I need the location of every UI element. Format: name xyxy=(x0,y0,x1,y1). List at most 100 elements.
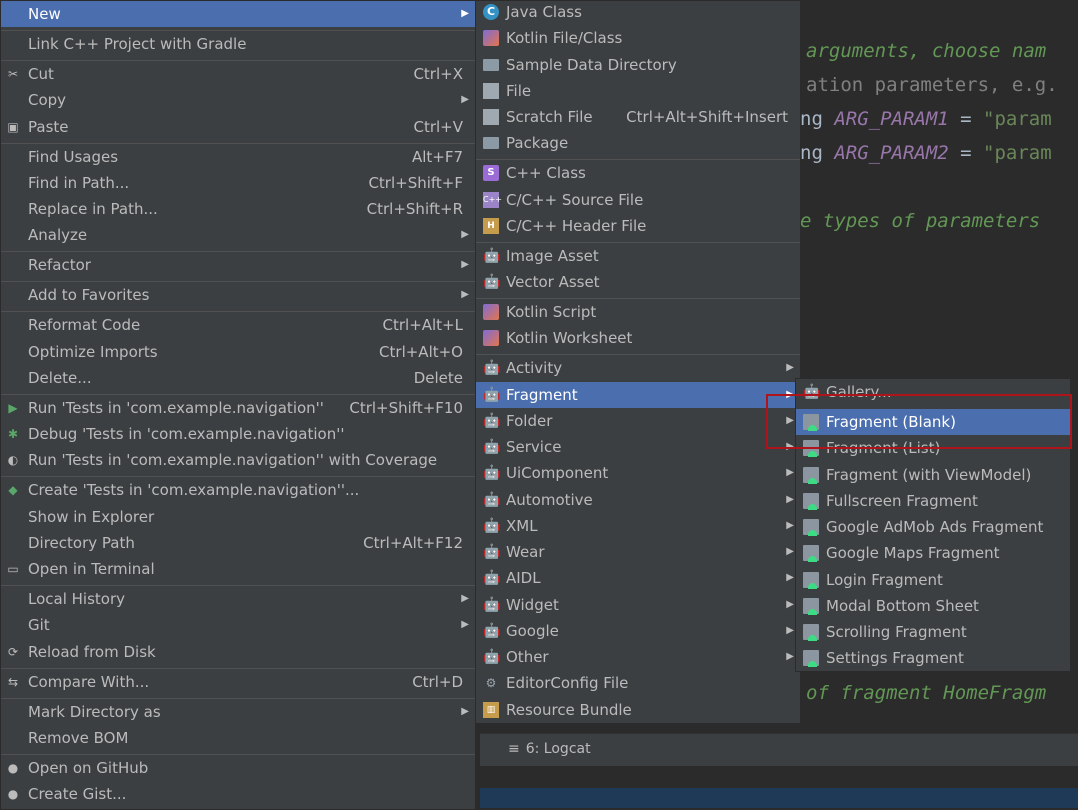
menu-separator xyxy=(476,354,800,355)
menu-separator xyxy=(1,476,475,477)
run-icon: ▶ xyxy=(8,401,18,415)
new-item-widget[interactable]: 🤖 Widget ▶ xyxy=(476,592,800,618)
logcat-icon: ≡ xyxy=(508,741,520,757)
menu-item-label: Activity xyxy=(506,359,563,377)
new-item-automotive[interactable]: 🤖 Automotive ▶ xyxy=(476,487,800,513)
new-submenu: C Java Class Kotlin File/Class Sample Data … xyxy=(475,0,801,724)
new-item-sample-data-directory[interactable]: Sample Data Directory xyxy=(476,52,800,78)
context-item-delete[interactable]: Delete... Delete xyxy=(1,365,475,391)
context-item-debug-tests-in-com-example-navigation[interactable]: ✱ Debug 'Tests in 'com.example.navigation… xyxy=(1,421,475,447)
new-item-wear[interactable]: 🤖 Wear ▶ xyxy=(476,539,800,565)
context-item-reload-from-disk[interactable]: ⟳ Reload from Disk xyxy=(1,639,475,665)
menu-item-label: Add to Favorites xyxy=(28,286,150,304)
new-item-c-class[interactable]: S C++ Class xyxy=(476,160,800,186)
new-item-image-asset[interactable]: 🤖 Image Asset xyxy=(476,243,800,269)
menu-item-label: Google xyxy=(506,622,559,640)
context-item-analyze[interactable]: Analyze ▶ xyxy=(1,222,475,248)
highlight-box xyxy=(766,394,1072,449)
new-item-fragment[interactable]: 🤖 Fragment ▶ xyxy=(476,382,800,408)
menu-item-label: Settings Fragment xyxy=(826,649,964,667)
new-item-kotlin-script[interactable]: Kotlin Script xyxy=(476,299,800,325)
new-item-java-class[interactable]: C Java Class xyxy=(476,0,800,25)
context-item-mark-directory-as[interactable]: Mark Directory as ▶ xyxy=(1,699,475,725)
new-item-file[interactable]: File xyxy=(476,78,800,104)
menu-item-label: Run 'Tests in 'com.example.navigation'' xyxy=(28,399,324,417)
new-item-resource-bundle[interactable]: ▥ Resource Bundle xyxy=(476,697,800,723)
new-item-service[interactable]: 🤖 Service ▶ xyxy=(476,434,800,460)
android-icon: 🤖 xyxy=(483,413,501,429)
context-item-optimize-imports[interactable]: Optimize Imports Ctrl+Alt+O xyxy=(1,339,475,365)
context-item-remove-bom[interactable]: Remove BOM xyxy=(1,725,475,751)
menu-item-label: File xyxy=(506,82,532,100)
shortcut-label: Delete xyxy=(413,369,463,387)
terminal-icon: ▭ xyxy=(7,562,19,576)
context-item-run-tests-in-com-example-navigation-with-coverage[interactable]: ◐ Run 'Tests in 'com.example.navigation''… xyxy=(1,447,475,473)
new-item-c-c-source-file[interactable]: C++ C/C++ Source File xyxy=(476,187,800,213)
menu-item-label: Paste xyxy=(28,118,69,136)
android-icon: 🤖 xyxy=(483,387,501,403)
context-item-compare-with[interactable]: ⇆ Compare With... Ctrl+D xyxy=(1,669,475,695)
context-item-open-in-terminal[interactable]: ▭ Open in Terminal xyxy=(1,556,475,582)
context-item-directory-path[interactable]: Directory Path Ctrl+Alt+F12 xyxy=(1,530,475,556)
context-item-new[interactable]: New ▶ xyxy=(1,1,475,27)
fragment-template-icon xyxy=(803,650,819,667)
context-item-local-history[interactable]: Local History ▶ xyxy=(1,586,475,612)
new-item-editorconfig-file[interactable]: ⚙ EditorConfig File xyxy=(476,670,800,696)
context-item-paste[interactable]: ▣ Paste Ctrl+V xyxy=(1,114,475,140)
shortcut-label: Ctrl+D xyxy=(412,673,463,691)
menu-item-label: Java Class xyxy=(506,3,582,21)
context-item-run-tests-in-com-example-navigation[interactable]: ▶ Run 'Tests in 'com.example.navigation''… xyxy=(1,395,475,421)
tool-window-bar: ≡ 6: Logcat xyxy=(480,733,1078,766)
context-item-replace-in-path[interactable]: Replace in Path... Ctrl+Shift+R xyxy=(1,196,475,222)
fragment-item-google-admob-ads-fragment[interactable]: Google AdMob Ads Fragment xyxy=(796,514,1070,540)
new-item-folder[interactable]: 🤖 Folder ▶ xyxy=(476,408,800,434)
new-item-google[interactable]: 🤖 Google ▶ xyxy=(476,618,800,644)
menu-item-label: Directory Path xyxy=(28,534,135,552)
android-icon: 🤖 xyxy=(483,248,501,264)
new-item-other[interactable]: 🤖 Other ▶ xyxy=(476,644,800,670)
fragment-item-google-maps-fragment[interactable]: Google Maps Fragment xyxy=(796,540,1070,566)
resource-bundle-icon: ▥ xyxy=(483,702,499,718)
new-item-kotlin-worksheet[interactable]: Kotlin Worksheet xyxy=(476,325,800,351)
fragment-item-login-fragment[interactable]: Login Fragment xyxy=(796,567,1070,593)
menu-separator xyxy=(1,30,475,31)
fragment-item-modal-bottom-sheet[interactable]: Modal Bottom Sheet xyxy=(796,593,1070,619)
menu-item-label: Fullscreen Fragment xyxy=(826,492,978,510)
new-item-scratch-file[interactable]: Scratch File Ctrl+Alt+Shift+Insert xyxy=(476,104,800,130)
context-item-link-c-project-with-gradle[interactable]: Link C++ Project with Gradle xyxy=(1,31,475,57)
menu-item-label: Remove BOM xyxy=(28,729,129,747)
context-item-cut[interactable]: ✂ Cut Ctrl+X xyxy=(1,61,475,87)
context-item-add-to-favorites[interactable]: Add to Favorites ▶ xyxy=(1,282,475,308)
new-item-xml[interactable]: 🤖 XML ▶ xyxy=(476,513,800,539)
context-item-reformat-code[interactable]: Reformat Code Ctrl+Alt+L xyxy=(1,312,475,338)
context-item-find-usages[interactable]: Find Usages Alt+F7 xyxy=(1,144,475,170)
context-item-create-tests-in-com-example-navigation[interactable]: ◆ Create 'Tests in 'com.example.navigatio… xyxy=(1,477,475,503)
new-item-activity[interactable]: 🤖 Activity ▶ xyxy=(476,355,800,381)
debug-icon: ✱ xyxy=(7,427,19,441)
new-item-aidl[interactable]: 🤖 AIDL ▶ xyxy=(476,565,800,591)
code-line: e types of parameters xyxy=(800,210,1041,232)
fragment-item-fullscreen-fragment[interactable]: Fullscreen Fragment xyxy=(796,488,1070,514)
menu-item-label: Fragment xyxy=(506,386,578,404)
context-item-git[interactable]: Git ▶ xyxy=(1,612,475,638)
logcat-tab[interactable]: ≡ 6: Logcat xyxy=(508,741,591,757)
context-item-show-in-explorer[interactable]: Show in Explorer xyxy=(1,504,475,530)
menu-item-label: AIDL xyxy=(506,569,541,587)
new-item-uicomponent[interactable]: 🤖 UiComponent ▶ xyxy=(476,460,800,486)
new-item-vector-asset[interactable]: 🤖 Vector Asset xyxy=(476,269,800,295)
context-item-refactor[interactable]: Refactor ▶ xyxy=(1,252,475,278)
menu-separator xyxy=(1,281,475,282)
new-item-package[interactable]: Package xyxy=(476,130,800,156)
context-item-create-gist[interactable]: ● Create Gist... xyxy=(1,781,475,807)
new-item-kotlin-file-class[interactable]: Kotlin File/Class xyxy=(476,25,800,51)
new-item-c-c-header-file[interactable]: H C/C++ Header File xyxy=(476,213,800,239)
menu-item-label: Open on GitHub xyxy=(28,759,149,777)
fragment-item-settings-fragment[interactable]: Settings Fragment xyxy=(796,645,1070,671)
fragment-item-scrolling-fragment[interactable]: Scrolling Fragment xyxy=(796,619,1070,645)
fragment-item-fragment-with-viewmodel[interactable]: Fragment (with ViewModel) xyxy=(796,462,1070,488)
context-item-find-in-path[interactable]: Find in Path... Ctrl+Shift+F xyxy=(1,170,475,196)
context-item-copy[interactable]: Copy ▶ xyxy=(1,87,475,113)
context-item-open-on-github[interactable]: ● Open on GitHub xyxy=(1,755,475,781)
menu-item-label: C++ Class xyxy=(506,164,586,182)
shortcut-label: Ctrl+Alt+Shift+Insert xyxy=(626,108,788,126)
